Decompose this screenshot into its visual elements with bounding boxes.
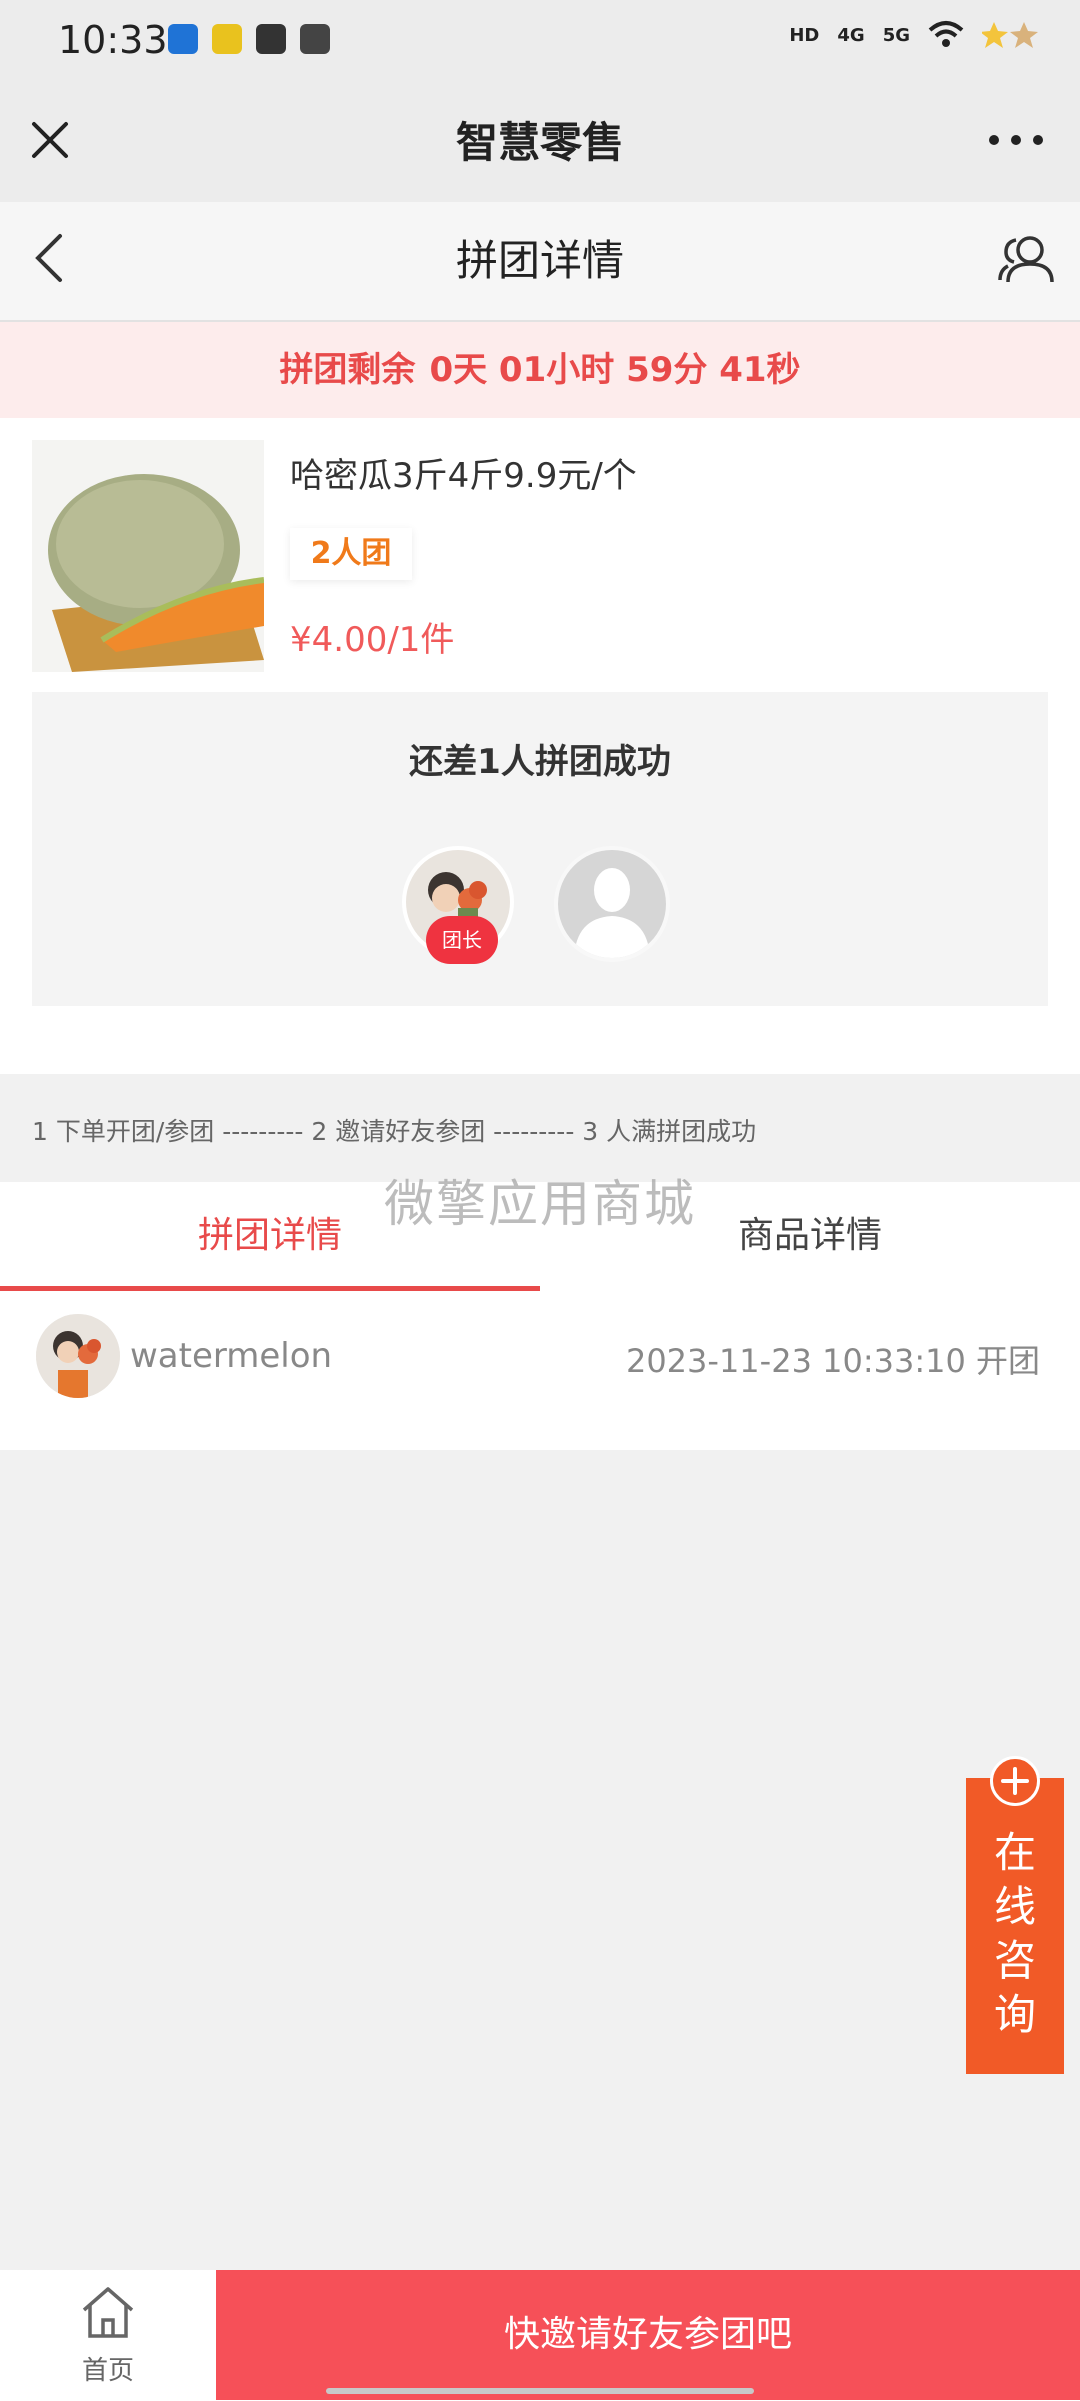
countdown-time: 0天 01小时 59分 41秒	[429, 350, 801, 390]
hd-signal-icon: HD	[789, 24, 820, 46]
group-size-tag: 2人团	[290, 528, 412, 580]
mail-notification-icon	[256, 24, 286, 54]
group-status-text: 还差1人拼团成功	[409, 742, 671, 782]
back-button[interactable]	[26, 228, 76, 288]
battery-icon	[982, 22, 1038, 48]
active-tab-underline	[0, 1286, 540, 1291]
countdown-banner: 拼团剩余 0天 01小时 59分 41秒	[0, 322, 1080, 418]
melon-image	[32, 440, 264, 672]
wifi-icon	[928, 21, 964, 47]
page-title: 拼团详情	[455, 236, 624, 285]
online-consult-label[interactable]: 在线咨询	[966, 1826, 1064, 2042]
placeholder-avatar-icon	[558, 850, 666, 958]
product-price: ¥4.00/1件	[290, 620, 455, 660]
close-button[interactable]	[22, 112, 78, 168]
status-indicators: HD 4G 5G	[789, 20, 1044, 50]
users-icon	[998, 236, 1054, 283]
app-notification-icon	[168, 24, 198, 54]
5g-signal-icon: 5G	[882, 24, 910, 46]
plus-icon[interactable]	[990, 1756, 1040, 1806]
status-time: 10:33	[58, 18, 168, 62]
product-name[interactable]: 哈密瓜3斤4斤9.9元/个	[290, 448, 637, 497]
member-join-time: 2023-11-23 10:33:10 开团	[625, 1342, 1040, 1380]
avatar-image	[36, 1314, 120, 1398]
countdown-label: 拼团剩余	[279, 350, 416, 390]
group-members-button[interactable]	[996, 230, 1058, 288]
4g-signal-icon: 4G	[837, 24, 865, 46]
app-notification-icon	[212, 24, 242, 54]
leader-badge: 团长	[426, 916, 498, 964]
app-title: 智慧零售	[455, 118, 624, 167]
member-avatar	[36, 1314, 120, 1398]
steps-text: 1 下单开团/参团 --------- 2 邀请好友参团 --------- 3…	[32, 1117, 757, 1146]
video-notification-icon	[300, 24, 330, 54]
more-icon	[989, 135, 1043, 145]
home-label[interactable]: 首页	[0, 2350, 216, 2387]
close-icon	[32, 122, 68, 158]
home-icon[interactable]	[78, 2284, 138, 2340]
member-name: watermelon	[130, 1336, 333, 1376]
home-indicator	[326, 2388, 754, 2394]
empty-member-slot	[554, 846, 670, 962]
invite-friends-button[interactable]: 快邀请好友参团吧	[216, 2270, 1080, 2400]
product-image[interactable]	[32, 440, 264, 672]
watermark-text: 微擎应用商城	[384, 1175, 696, 1233]
more-button[interactable]	[980, 112, 1052, 168]
chevron-left-icon	[35, 234, 62, 282]
